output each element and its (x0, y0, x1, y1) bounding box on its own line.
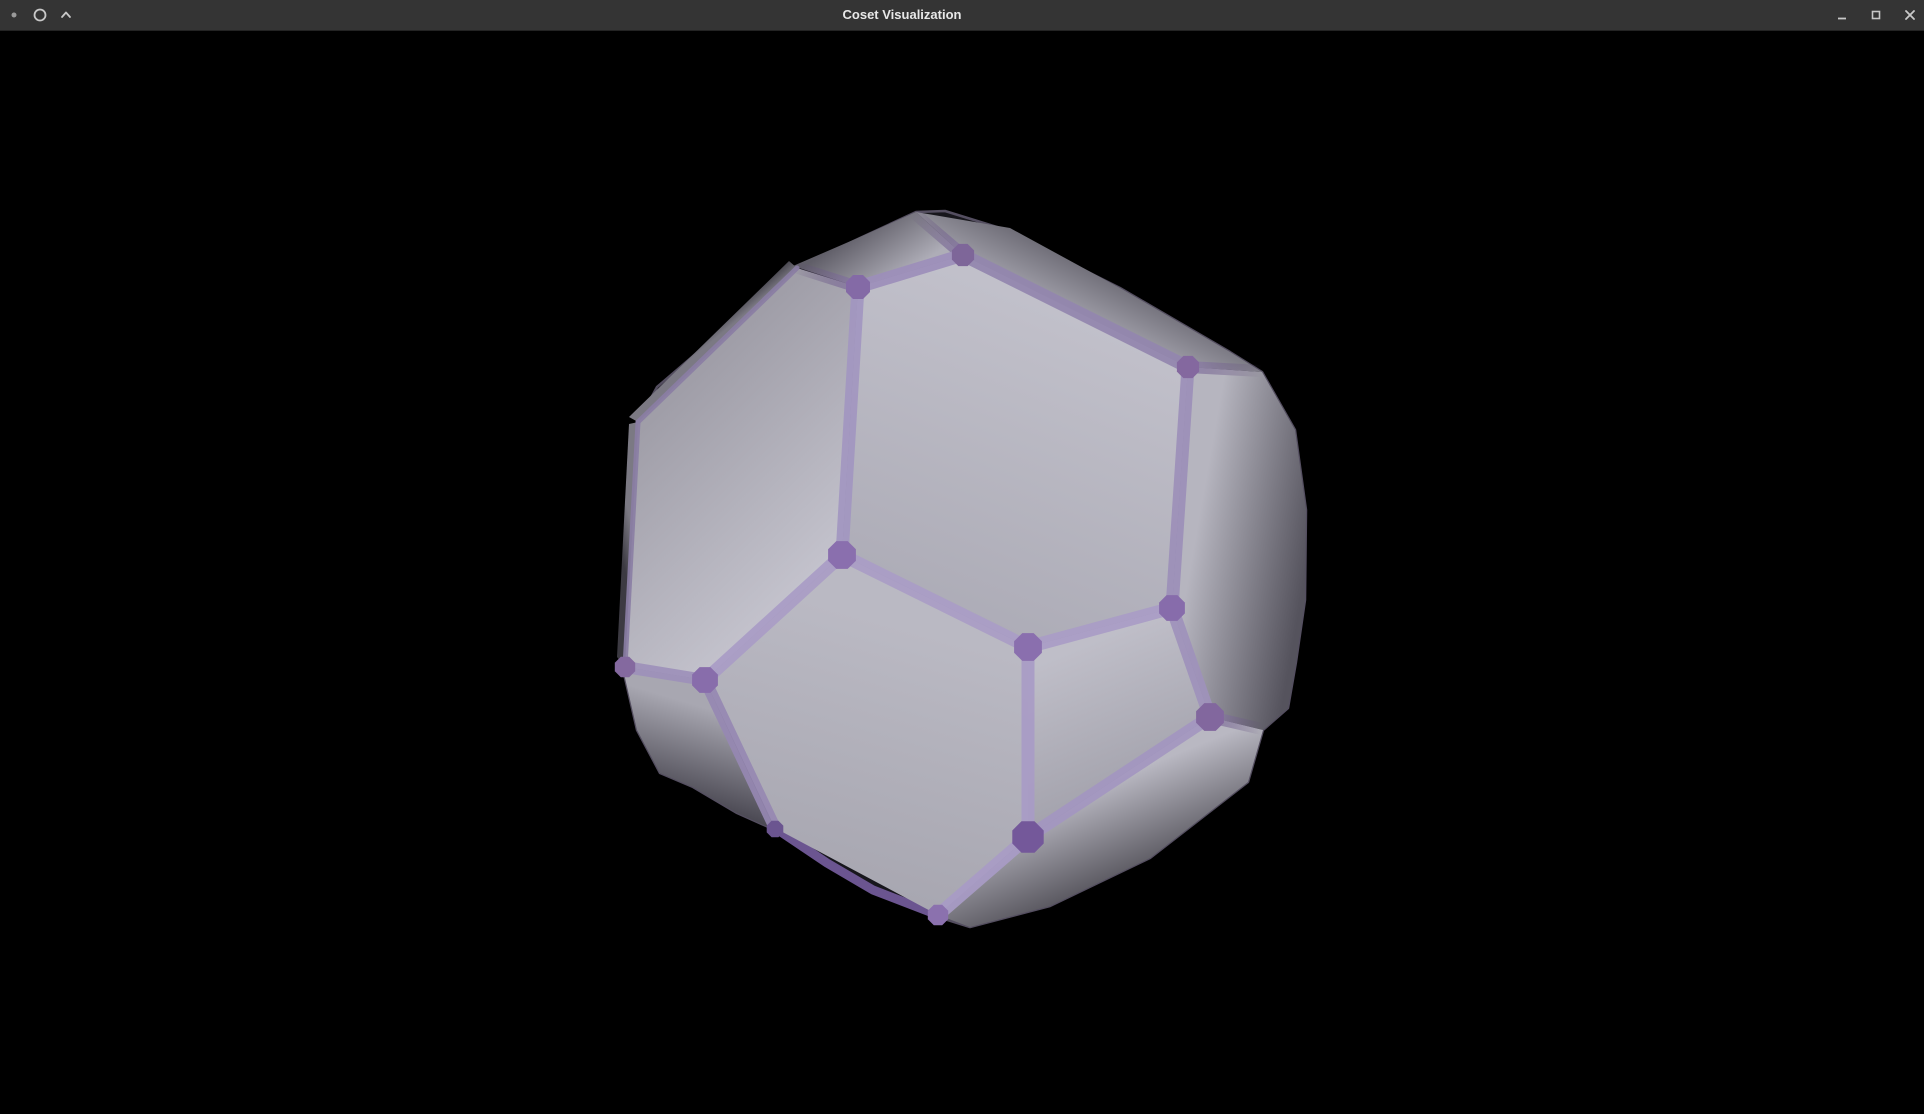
close-button[interactable] (1902, 7, 1918, 23)
window-controls (1834, 0, 1918, 30)
dot-icon[interactable] (6, 7, 22, 23)
vertex-a (846, 275, 870, 299)
vertex-j (928, 905, 948, 925)
vertex-c (1177, 356, 1199, 378)
vertex-x (767, 821, 784, 838)
maximize-button[interactable] (1868, 7, 1884, 23)
scene-svg (0, 0, 1924, 1114)
vertex-i (1012, 821, 1043, 852)
circle-icon[interactable] (32, 7, 48, 23)
window-title: Coset Visualization (0, 0, 1804, 30)
vertex-h (1196, 703, 1224, 731)
vertex-y1 (615, 657, 635, 677)
titlebar[interactable]: Coset Visualization (0, 0, 1924, 31)
vertex-g (692, 667, 718, 693)
vertex-b (952, 244, 974, 266)
chevron-up-icon[interactable] (58, 7, 74, 23)
vertex-d (828, 541, 856, 569)
vertex-f (1159, 595, 1185, 621)
minimize-button[interactable] (1834, 7, 1850, 23)
viewport-3d[interactable] (0, 0, 1924, 1114)
vertex-e (1014, 633, 1042, 661)
app-window: Coset Visualization (0, 0, 1924, 1114)
